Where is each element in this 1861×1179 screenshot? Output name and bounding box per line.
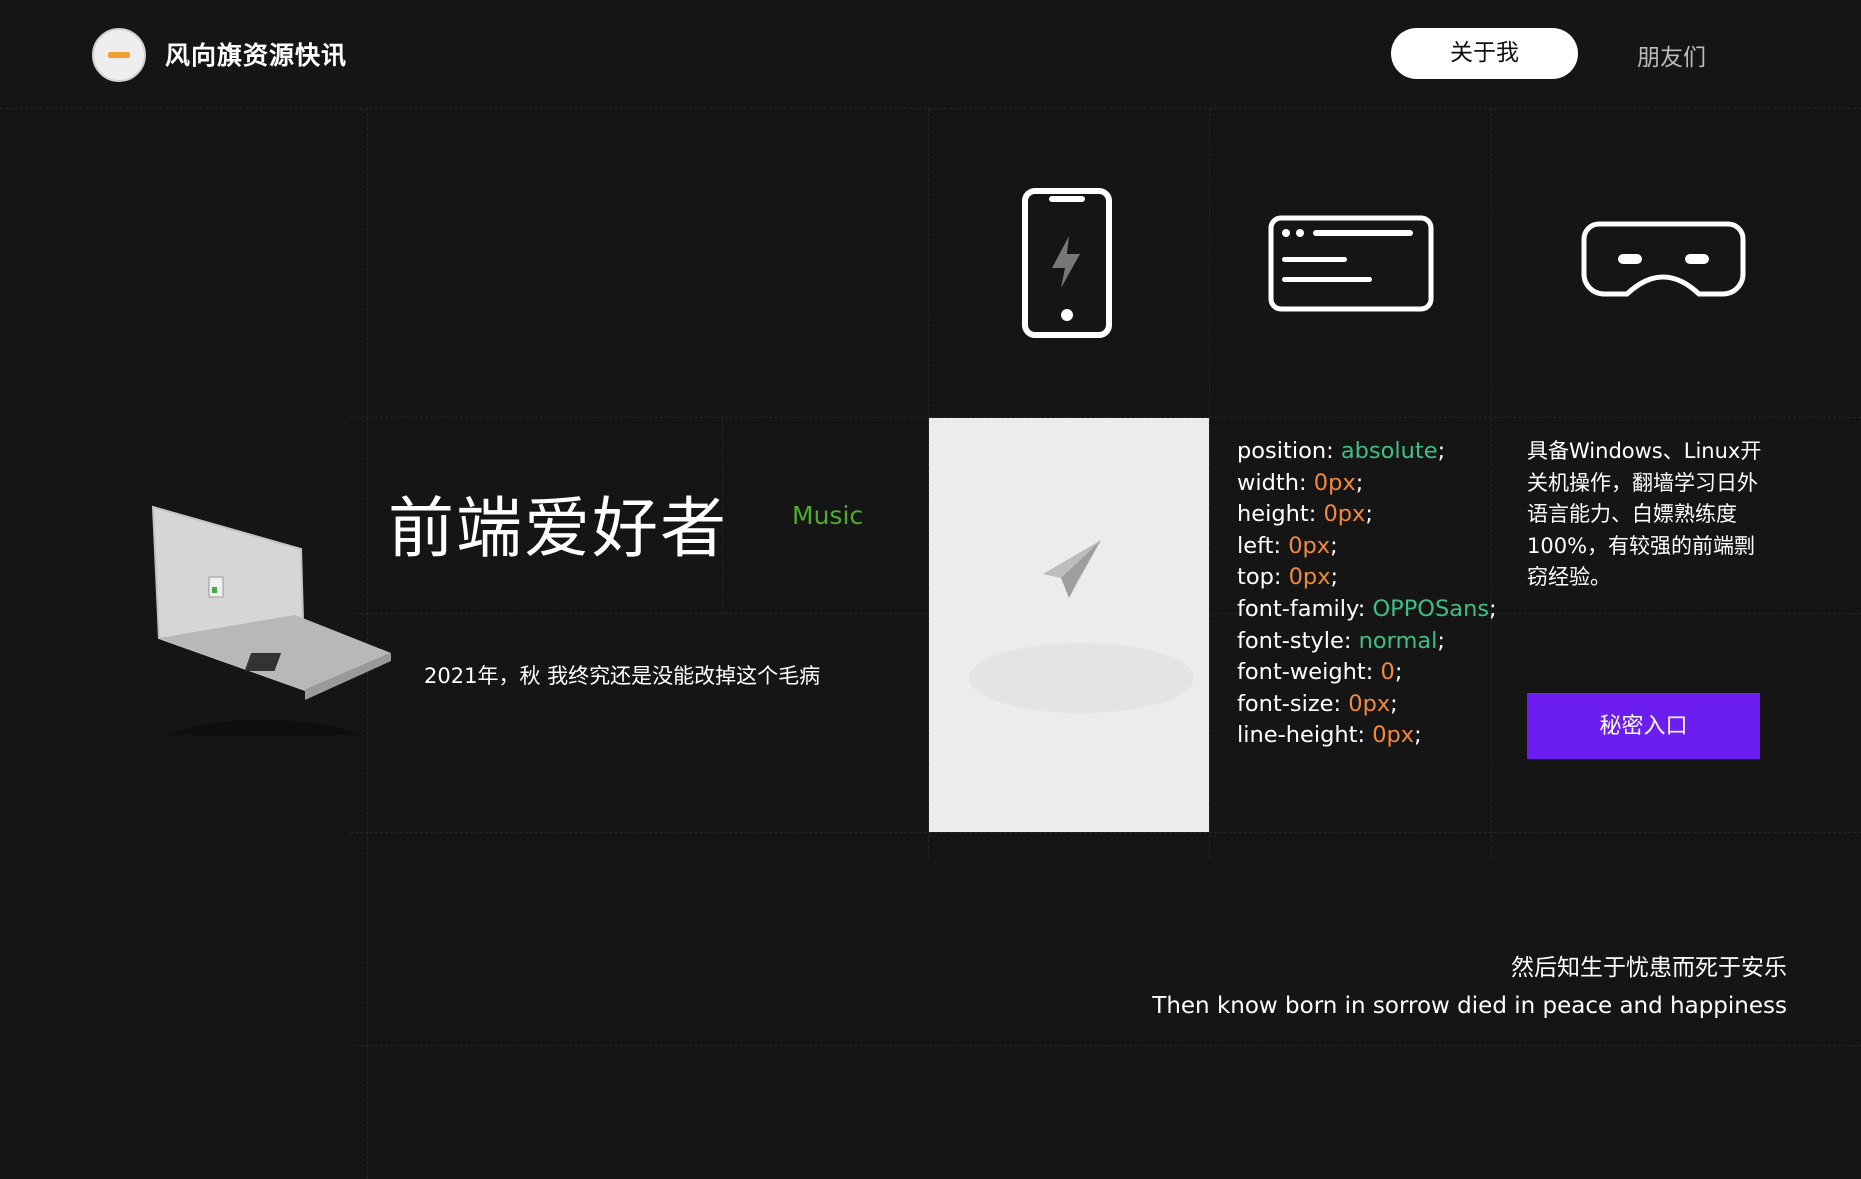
code-property: line-height: bbox=[1237, 722, 1373, 749]
divider bbox=[0, 108, 1861, 109]
code-property: position: bbox=[1237, 438, 1341, 464]
site-logo[interactable] bbox=[92, 28, 146, 82]
code-value: 0px bbox=[1372, 722, 1415, 749]
code-value: 0px bbox=[1288, 532, 1331, 559]
code-property: font-weight: bbox=[1237, 659, 1381, 686]
code-value: absolute bbox=[1340, 438, 1438, 464]
code-property: width: bbox=[1237, 469, 1314, 496]
code-property: left: bbox=[1237, 532, 1289, 559]
phone-flash-icon bbox=[1022, 188, 1112, 338]
vr-headset-icon bbox=[1581, 221, 1746, 297]
nav-friends-link[interactable]: 朋友们 bbox=[1637, 38, 1706, 72]
site-brand-name[interactable]: 风向旗资源快讯 bbox=[165, 36, 347, 72]
quote-english: Then know born in sorrow died in peace a… bbox=[1152, 993, 1787, 1019]
code-value: 0px bbox=[1288, 564, 1331, 591]
quote-chinese: 然后知生于忧患而死于安乐 bbox=[1511, 955, 1787, 981]
about-text: 具备Windows、Linux开关机操作，翻墙学习日外语言能力、白嫖熟练度100… bbox=[1527, 439, 1762, 589]
divider bbox=[1209, 108, 1210, 858]
code-value: 0px bbox=[1348, 690, 1391, 717]
css-code-block: position: absolute; width: 0px; height: 0p… bbox=[1237, 436, 1497, 752]
code-line: font-weight: 0; bbox=[1237, 659, 1403, 686]
browser-window-icon bbox=[1268, 215, 1434, 312]
code-line: position: absolute; bbox=[1237, 438, 1446, 464]
code-line: font-size: 0px; bbox=[1237, 690, 1398, 717]
code-property: font-style: bbox=[1237, 627, 1359, 654]
code-property: top: bbox=[1237, 564, 1289, 591]
nav-about-button[interactable]: 关于我 bbox=[1391, 28, 1578, 79]
code-property: font-size: bbox=[1237, 690, 1349, 717]
code-line: top: 0px; bbox=[1237, 564, 1339, 591]
divider bbox=[350, 1045, 1861, 1046]
hero-title: 前端爱好者 bbox=[388, 490, 728, 567]
paper-plane-icon bbox=[1043, 540, 1101, 598]
code-property: height: bbox=[1237, 501, 1324, 528]
code-line: font-style: normal; bbox=[1237, 627, 1446, 654]
secret-entry-button[interactable]: 秘密入口 bbox=[1527, 693, 1760, 759]
code-value: normal bbox=[1358, 627, 1438, 654]
code-line: font-family: OPPOSans; bbox=[1237, 595, 1497, 622]
code-line: left: 0px; bbox=[1237, 532, 1338, 559]
code-line: line-height: 0px; bbox=[1237, 722, 1422, 749]
feature-card bbox=[929, 418, 1209, 832]
hero-subtitle: 2021年，秋 我终究还是没能改掉这个毛病 bbox=[424, 664, 821, 688]
divider bbox=[350, 832, 1861, 833]
laptop-illustration bbox=[151, 505, 391, 735]
code-value: 0px bbox=[1313, 469, 1356, 496]
code-value: 0 bbox=[1380, 659, 1395, 686]
card-shadow bbox=[969, 643, 1194, 713]
code-line: height: 0px; bbox=[1237, 501, 1373, 528]
code-value: OPPOSans bbox=[1372, 595, 1490, 622]
music-tag[interactable]: Music bbox=[792, 501, 863, 530]
code-property: font-family: bbox=[1237, 595, 1373, 622]
code-value: 0px bbox=[1323, 501, 1366, 528]
code-line: width: 0px; bbox=[1237, 469, 1364, 496]
